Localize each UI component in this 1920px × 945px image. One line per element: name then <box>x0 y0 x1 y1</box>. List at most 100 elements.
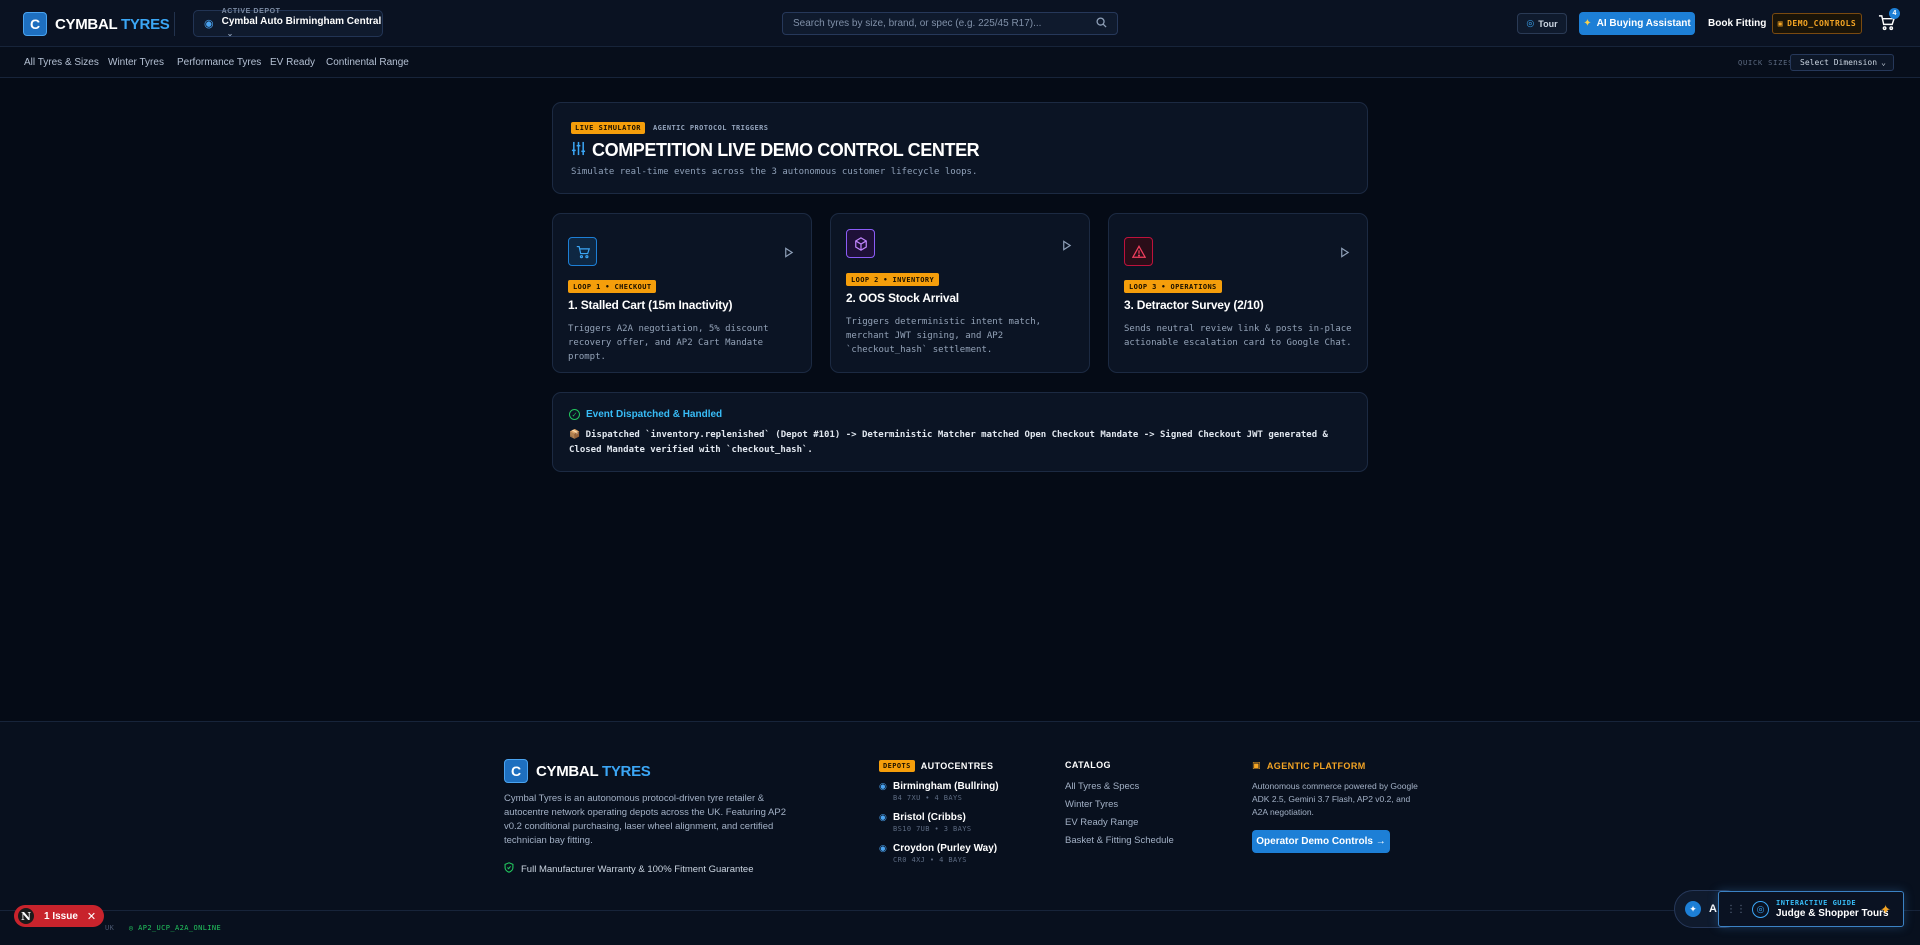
site-footer: C CYMBAL TYRES Cymbal Tyres is an autono… <box>0 721 1920 945</box>
loop-pill: LOOP 2 • INVENTORY <box>846 273 940 286</box>
shopping-cart-icon <box>568 237 597 266</box>
footer-depot-item[interactable]: ◉ Bristol (Cribbs) BS10 7UB • 3 BAYS <box>879 812 971 833</box>
guide-value: Judge & Shopper Tours <box>1776 908 1889 919</box>
depot-label: ACTIVE DEPOT <box>221 7 281 15</box>
chip-icon: ▣ <box>1252 760 1261 770</box>
interactive-guide-widget[interactable]: ⋮⋮ ◎ INTERACTIVE GUIDE Judge & Shopper T… <box>1718 891 1904 927</box>
ai-label: AI Buying Assistant <box>1596 18 1691 29</box>
book-fitting-link[interactable]: Book Fitting <box>1708 18 1766 29</box>
event-heading-text: Event Dispatched & Handled <box>586 409 723 420</box>
logo-mark: C <box>23 12 47 36</box>
loop-description: Sends neutral review link & posts in-pla… <box>1124 324 1352 348</box>
footer-catalog-heading: CATALOG <box>1065 760 1111 770</box>
map-pin-icon: ◉ <box>879 843 887 853</box>
loop-title: 1. Stalled Cart (15m Inactivity) <box>568 298 733 312</box>
tour-label: Tour <box>1538 18 1558 29</box>
loop-description: Triggers A2A negotiation, 5% discount re… <box>568 324 769 362</box>
check-circle-icon: ✓ <box>569 409 580 420</box>
chevron-down-icon: ⌄ <box>1881 58 1886 67</box>
operator-demo-controls-button[interactable]: Operator Demo Controls → <box>1252 830 1390 853</box>
footer-warranty: Full Manufacturer Warranty & 100% Fitmen… <box>504 862 754 876</box>
nav-all-tyres[interactable]: All Tyres & Sizes <box>24 57 99 68</box>
warranty-text: Full Manufacturer Warranty & 100% Fitmen… <box>521 863 754 875</box>
play-icon[interactable] <box>1061 238 1073 251</box>
nav-continental-range[interactable]: Continental Range <box>326 57 409 68</box>
depot-name: Bristol (Cribbs) <box>893 812 966 823</box>
loop-pill: LOOP 3 • OPERATIONS <box>1124 280 1222 293</box>
search-input[interactable] <box>793 18 1096 29</box>
region-label: UK <box>105 924 115 932</box>
event-heading: ✓ Event Dispatched & Handled <box>569 409 722 420</box>
page-subtitle: Simulate real-time events across the 3 a… <box>571 167 978 177</box>
footer-link[interactable]: All Tyres & Specs <box>1065 781 1139 792</box>
page-title-text: COMPETITION LIVE DEMO CONTROL CENTER <box>592 140 980 160</box>
search-icon[interactable] <box>1096 16 1107 31</box>
guide-label: INTERACTIVE GUIDE <box>1776 899 1857 907</box>
tour-button[interactable]: ◎ Tour <box>1517 13 1567 34</box>
package-icon <box>846 229 875 258</box>
cart-count-badge: 4 <box>1889 8 1900 19</box>
ai-buying-assistant-button[interactable]: ✦ AI Buying Assistant <box>1579 12 1695 35</box>
brand-accent: TYRES <box>601 762 651 780</box>
loop-card-oos-stock[interactable]: LOOP 2 • INVENTORY 2. OOS Stock Arrival … <box>830 213 1090 373</box>
depot-value: Cymbal Auto Birmingham Central ⌄ <box>222 16 382 40</box>
footer-divider <box>0 910 1920 911</box>
play-icon[interactable] <box>1339 245 1351 258</box>
header-divider <box>174 12 175 36</box>
depot-name: Birmingham (Bullring) <box>893 781 999 792</box>
brand-logo[interactable]: C CYMBAL TYRES <box>23 12 170 36</box>
page-title: COMPETITION LIVE DEMO CONTROL CENTER <box>571 140 980 161</box>
nav-performance-tyres[interactable]: Performance Tyres <box>177 57 261 68</box>
sliders-icon <box>571 141 586 161</box>
loop-card-detractor-survey[interactable]: LOOP 3 • OPERATIONS 3. Detractor Survey … <box>1108 213 1368 373</box>
issue-count: 1 Issue <box>44 910 78 922</box>
map-pin-icon: ◉ <box>204 18 214 30</box>
footer-link[interactable]: EV Ready Range <box>1065 817 1138 828</box>
depot-meta: B4 7XU • 4 BAYS <box>893 794 963 802</box>
nav-winter-tyres[interactable]: Winter Tyres <box>108 57 164 68</box>
depots-pill: DEPOTS <box>879 760 915 772</box>
depot-meta: CR0 4XJ • 4 BAYS <box>893 856 967 864</box>
logo-mark: C <box>504 759 528 783</box>
brand-primary: CYMBAL <box>55 15 118 33</box>
brand-name: CYMBAL TYRES <box>536 762 651 780</box>
loop-card-stalled-cart[interactable]: LOOP 1 • CHECKOUT 1. Stalled Cart (15m I… <box>552 213 812 373</box>
footer-link[interactable]: Basket & Fitting Schedule <box>1065 835 1174 846</box>
issues-indicator[interactable]: N 1 Issue ✕ <box>14 905 104 927</box>
depot-selector[interactable]: ◉ ACTIVE DEPOT Cymbal Auto Birmingham Ce… <box>193 7 383 40</box>
category-nav: All Tyres & Sizes Winter Tyres Performan… <box>0 47 1920 78</box>
drag-handle-icon[interactable]: ⋮⋮ <box>1726 904 1746 915</box>
depot-name: Cymbal Auto Birmingham Central <box>221 15 382 27</box>
brand-accent: TYRES <box>120 15 170 33</box>
sparkles-icon: ✦ <box>1880 902 1891 917</box>
compass-icon: ◎ <box>1752 900 1769 918</box>
footer-link[interactable]: Winter Tyres <box>1065 799 1118 810</box>
demo-label: DEMO_CONTROLS <box>1787 19 1857 28</box>
demo-controls-button[interactable]: ▣ DEMO_CONTROLS <box>1772 13 1862 34</box>
footer-depot-item[interactable]: ◉ Croydon (Purley Way) CR0 4XJ • 4 BAYS <box>879 843 997 864</box>
footer-depots-heading: DEPOTS AUTOCENTRES <box>879 760 993 772</box>
compass-icon: ◎ <box>1526 18 1535 28</box>
protocol-status: ◎ AP2_UCP_A2A_ONLINE <box>128 924 222 932</box>
loop-title: 2. OOS Stock Arrival <box>846 291 959 305</box>
loop-pill: LOOP 1 • CHECKOUT <box>568 280 657 293</box>
quick-sizes-select[interactable]: Select Dimension ⌄ <box>1790 54 1894 71</box>
close-icon[interactable]: ✕ <box>87 910 96 923</box>
protocol-triggers-label: AGENTIC PROTOCOL TRIGGERS <box>653 124 769 132</box>
footer-logo[interactable]: C CYMBAL TYRES <box>504 759 651 783</box>
play-icon[interactable] <box>783 245 795 258</box>
control-center-hero: LIVE SIMULATOR AGENTIC PROTOCOL TRIGGERS… <box>552 102 1368 194</box>
nextjs-logo-icon: N <box>18 908 34 924</box>
map-pin-icon: ◉ <box>879 812 887 822</box>
platform-heading-text: AGENTIC PLATFORM <box>1266 760 1366 771</box>
platform-description: Autonomous commerce powered by Google AD… <box>1252 781 1418 817</box>
loop-description: Triggers deterministic intent match, mer… <box>846 317 1042 355</box>
footer-depot-item[interactable]: ◉ Birmingham (Bullring) B4 7XU • 4 BAYS <box>879 781 999 802</box>
sparkles-icon: ✦ <box>1685 901 1701 917</box>
brand-primary: CYMBAL <box>536 762 599 780</box>
chip-icon: ▣ <box>1777 19 1784 28</box>
nav-ev-ready[interactable]: EV Ready <box>270 57 315 68</box>
footer-status-bar: UK ◎ AP2_UCP_A2A_ONLINE <box>105 924 221 932</box>
alert-triangle-icon <box>1124 237 1153 266</box>
top-header: C CYMBAL TYRES ◉ ACTIVE DEPOT Cymbal Aut… <box>0 0 1920 47</box>
